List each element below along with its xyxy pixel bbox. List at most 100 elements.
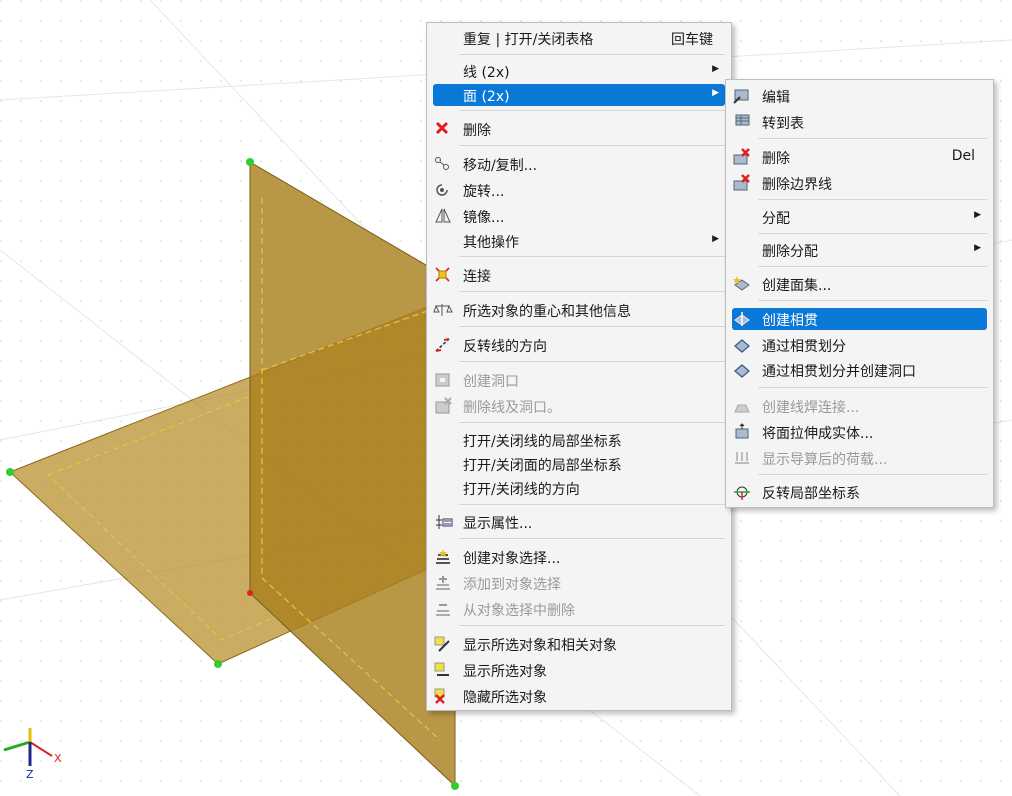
submenu-item-delete[interactable]: 删除 Del: [732, 146, 987, 168]
menu-separator: [459, 422, 725, 423]
menu-item-toggle-line-direction[interactable]: 打开/关闭线的方向: [433, 477, 725, 499]
menu-item-label: 删除线及洞口。: [463, 400, 561, 416]
edit-icon: [733, 89, 749, 104]
move-copy-icon: [435, 157, 449, 170]
menu-item-other-operations[interactable]: 其他操作 ▶: [433, 230, 725, 252]
menu-item-label: 创建相贯: [762, 313, 818, 329]
menu-item-label: 添加到对象选择: [463, 577, 561, 593]
submenu-item-extrude-solid[interactable]: 将面拉伸成实体...: [732, 421, 987, 443]
menu-item-label: 面 (2x): [463, 89, 510, 105]
node[interactable]: [246, 158, 254, 166]
menu-item-create-opening[interactable]: 创建洞口: [433, 369, 725, 391]
menu-item-label: 重复 | 打开/关闭表格: [463, 32, 594, 48]
menu-item-shortcut: 回车键: [671, 32, 713, 48]
menu-separator: [459, 256, 725, 257]
extrude-icon: [735, 423, 749, 439]
menu-item-toggle-line-lcs[interactable]: 打开/关闭线的局部坐标系: [433, 429, 725, 451]
menu-item-rotate[interactable]: 旋转...: [433, 179, 725, 201]
menu-item-label: 显示所选对象: [463, 664, 547, 680]
show-related-icon: [434, 636, 450, 652]
menu-item-label: 删除分配: [762, 244, 818, 260]
menu-item-label: 通过相贯划分并创建洞口: [762, 364, 916, 380]
menu-item-label: 显示属性...: [463, 516, 533, 532]
submenu-item-create-surface-set[interactable]: 创建面集...: [732, 273, 987, 295]
menu-item-delete[interactable]: 删除: [433, 118, 725, 140]
submenu-item-show-loads[interactable]: 显示导算后的荷载...: [732, 447, 987, 469]
create-selection-icon: [436, 549, 450, 564]
submenu-arrow-icon: ▶: [974, 210, 981, 220]
submenu-item-split-by-intersection[interactable]: 通过相贯划分: [732, 334, 987, 356]
menu-item-repeat-table[interactable]: 重复 | 打开/关闭表格 回车键: [433, 27, 725, 49]
delete-boundary-icon: [733, 174, 750, 191]
loads-icon: [735, 452, 749, 464]
menu-separator: [459, 538, 725, 539]
menu-item-remove-from-selection[interactable]: 从对象选择中删除: [433, 598, 725, 620]
menu-separator: [459, 291, 725, 292]
menu-item-show-selected[interactable]: 显示所选对象: [433, 659, 725, 681]
submenu-item-split-create-opening[interactable]: 通过相贯划分并创建洞口: [732, 359, 987, 381]
menu-item-show-related[interactable]: 显示所选对象和相关对象: [433, 633, 725, 655]
menu-item-toggle-surface-lcs[interactable]: 打开/关闭面的局部坐标系: [433, 453, 725, 475]
menu-item-label: 创建面集...: [762, 278, 832, 294]
node[interactable]: [451, 782, 459, 790]
menu-item-hide-selected[interactable]: 隐藏所选对象: [433, 685, 725, 707]
menu-item-delete-line-opening[interactable]: 删除线及洞口。: [433, 395, 725, 417]
menu-separator: [459, 54, 725, 55]
node[interactable]: [247, 590, 253, 596]
submenu-item-goto-table[interactable]: 转到表: [732, 111, 987, 133]
menu-separator: [459, 326, 725, 327]
menu-item-label: 显示所选对象和相关对象: [463, 638, 617, 654]
menu-item-show-properties[interactable]: 显示属性...: [433, 511, 725, 533]
split-intersection-icon: [734, 339, 750, 353]
create-intersection-icon: [734, 312, 750, 326]
menu-item-add-to-selection[interactable]: 添加到对象选择: [433, 572, 725, 594]
menu-item-label: 打开/关闭面的局部坐标系: [463, 458, 622, 474]
remove-selection-icon: [436, 604, 450, 616]
menu-item-surfaces[interactable]: 面 (2x) ▶: [433, 84, 725, 106]
menu-item-label: 隐藏所选对象: [463, 690, 547, 706]
reverse-lcs-icon: [734, 486, 750, 500]
submenu-item-line-weld[interactable]: 创建线焊连接...: [732, 395, 987, 417]
node[interactable]: [6, 468, 14, 476]
submenu-arrow-icon: ▶: [712, 64, 719, 74]
menu-separator: [758, 387, 987, 388]
menu-item-label: 分配: [762, 211, 790, 227]
goto-table-icon: [735, 114, 750, 126]
menu-item-label: 旋转...: [463, 184, 505, 200]
menu-item-label: 其他操作: [463, 235, 519, 251]
menu-item-label: 通过相贯划分: [762, 339, 846, 355]
menu-item-label: 镜像...: [463, 210, 505, 226]
menu-separator: [459, 110, 725, 111]
submenu-item-edit[interactable]: 编辑: [732, 85, 987, 107]
menu-item-label: 连接: [463, 269, 491, 285]
menu-item-connect[interactable]: 连接: [433, 264, 725, 286]
menu-separator: [459, 625, 725, 626]
menu-item-label: 打开/关闭线的局部坐标系: [463, 434, 622, 450]
menu-item-reverse-line[interactable]: 反转线的方向: [433, 334, 725, 356]
surfaces-submenu: 编辑 转到表 删除 Del 删除边界线 分配 ▶ 删除分配 ▶ 创建面集... …: [725, 79, 994, 508]
submenu-item-delete-assignment[interactable]: 删除分配 ▶: [732, 239, 987, 261]
menu-item-label: 移动/复制...: [463, 158, 538, 174]
menu-separator: [758, 199, 987, 200]
reverse-line-icon: [435, 338, 450, 352]
menu-item-mirror[interactable]: 镜像...: [433, 205, 725, 227]
menu-separator: [459, 361, 725, 362]
submenu-arrow-icon: ▶: [712, 88, 719, 98]
menu-item-move-copy[interactable]: 移动/复制...: [433, 153, 725, 175]
menu-separator: [758, 138, 987, 139]
menu-item-centroid-info[interactable]: 所选对象的重心和其他信息: [433, 299, 725, 321]
menu-item-lines[interactable]: 线 (2x) ▶: [433, 60, 725, 82]
menu-item-label: 将面拉伸成实体...: [762, 426, 874, 442]
weld-icon: [734, 404, 750, 413]
node[interactable]: [214, 660, 222, 668]
submenu-item-delete-boundary[interactable]: 删除边界线: [732, 172, 987, 194]
menu-item-label: 创建洞口: [463, 374, 519, 390]
menu-item-label: 从对象选择中删除: [463, 603, 575, 619]
menu-item-label: 创建对象选择...: [463, 551, 561, 567]
submenu-item-assign[interactable]: 分配 ▶: [732, 206, 987, 228]
menu-item-create-selection[interactable]: 创建对象选择...: [433, 546, 725, 568]
submenu-item-create-intersection[interactable]: 创建相贯: [732, 308, 987, 330]
submenu-item-reverse-lcs[interactable]: 反转局部坐标系: [732, 481, 987, 503]
show-properties-icon: [436, 515, 453, 529]
context-menu: 重复 | 打开/关闭表格 回车键 线 (2x) ▶ 面 (2x) ▶ 删除 移动…: [426, 22, 732, 711]
